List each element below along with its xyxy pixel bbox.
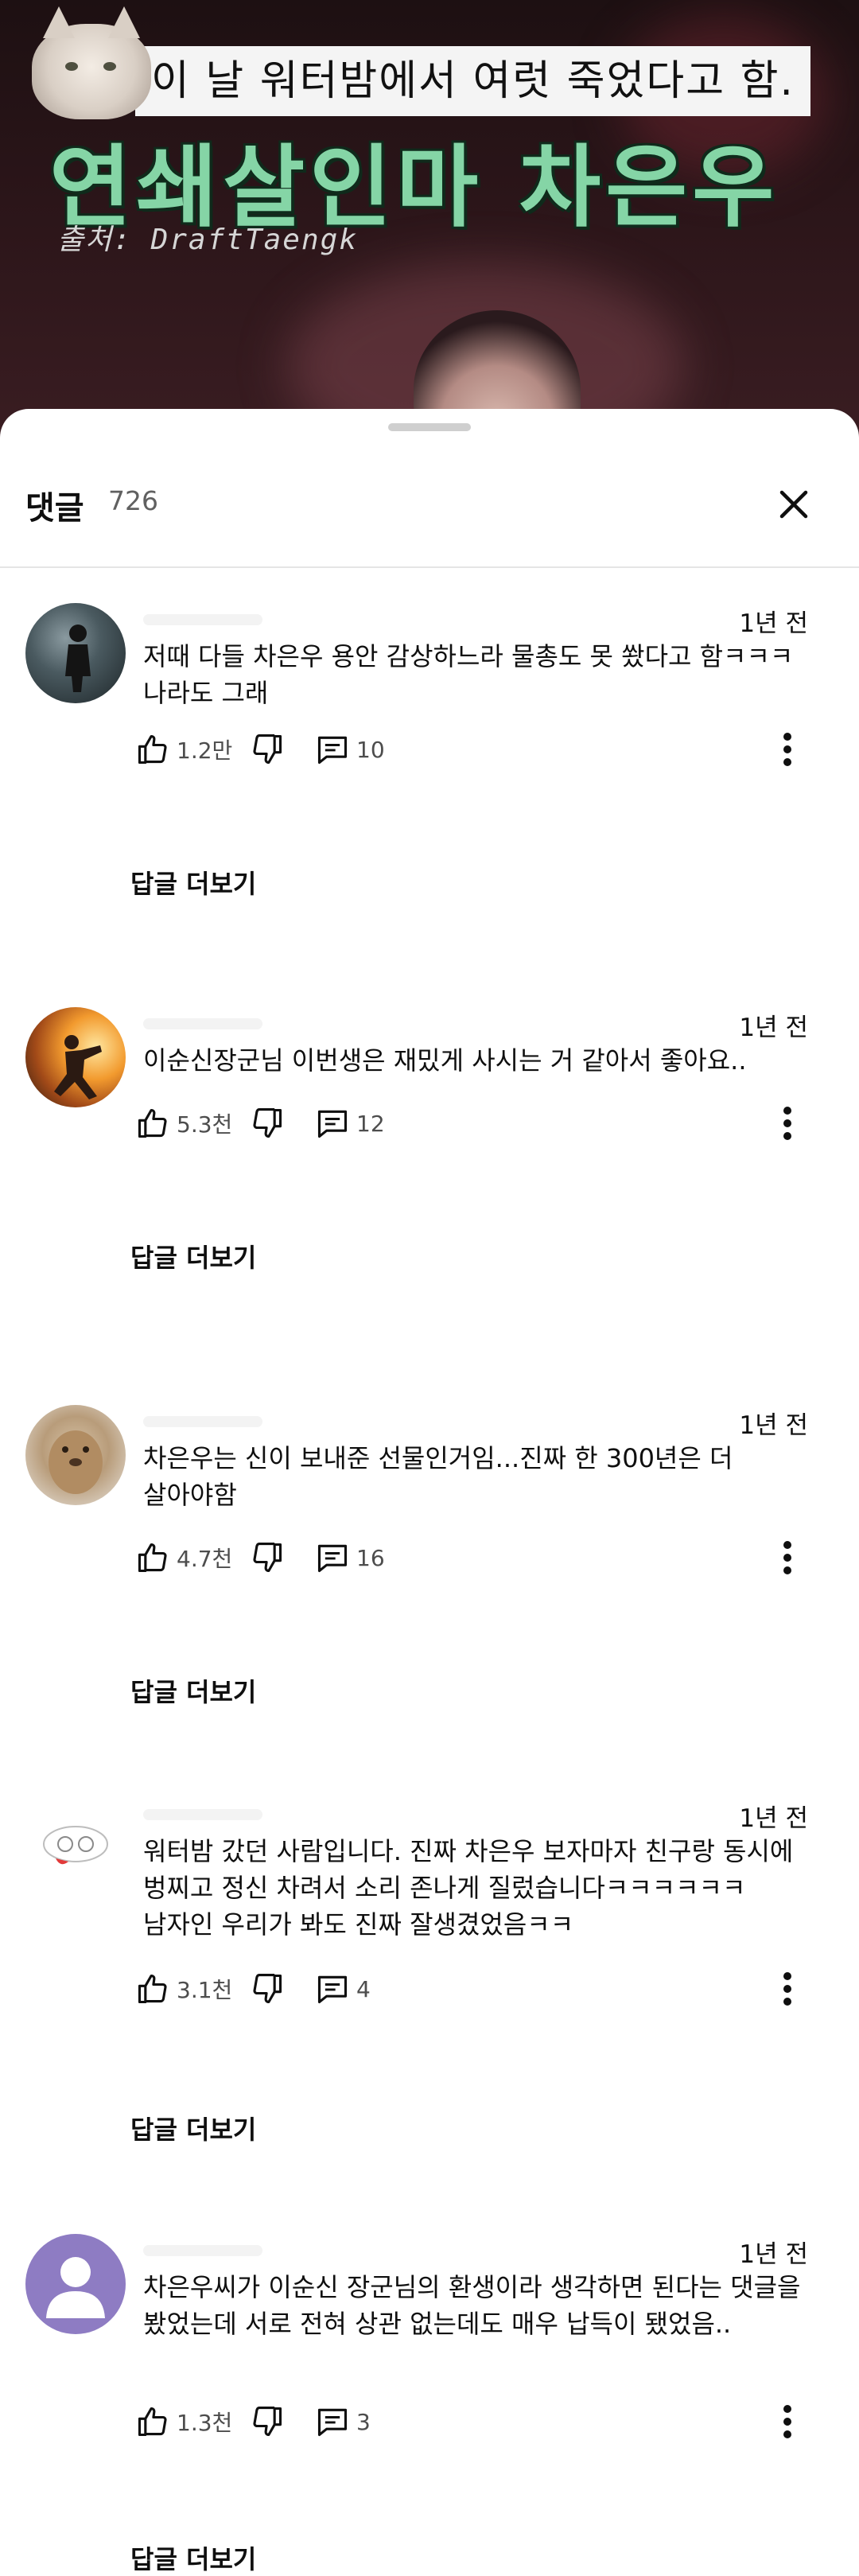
comments-sheet: 댓글 726 1년 전 저때 다들 차은우 용안 감상하느라 물총도 못 쐈다고… xyxy=(0,409,859,2574)
comment-icon xyxy=(317,1975,348,2004)
like-count: 5.3천 xyxy=(177,1111,233,1138)
comment-text: 차은우는 신이 보내준 선물인거임...진짜 한 300년은 더 살아야함 xyxy=(143,1443,733,1510)
more-replies-button[interactable]: 답글 더보기 xyxy=(130,2110,256,2146)
thumbs-up-icon xyxy=(138,2407,167,2437)
cat-sticker xyxy=(32,6,151,119)
avatar-figure xyxy=(54,1035,102,1099)
reply-count: 4 xyxy=(356,1975,371,2002)
comment-icon xyxy=(317,1544,348,1573)
dislike-button[interactable] xyxy=(250,1099,285,1147)
like-button[interactable]: 1.3천 xyxy=(135,2398,232,2446)
more-options-button[interactable] xyxy=(764,2398,811,2446)
comment-text: 저때 다들 차은우 용안 감상하느라 물총도 못 쐈다고 함ㅋㅋㅋ 나라도 그래 xyxy=(143,641,794,708)
more-replies-button[interactable]: 답글 더보기 xyxy=(130,2539,256,2576)
comment-actions: 3.1천 4 xyxy=(135,1965,819,2013)
reply-count: 16 xyxy=(356,1544,385,1571)
avatar-figure xyxy=(65,625,91,692)
author-name[interactable] xyxy=(143,614,262,625)
thumbs-down-icon xyxy=(253,1108,282,1138)
thumbs-up-icon xyxy=(138,1108,167,1138)
thumbs-down-icon xyxy=(253,734,282,765)
more-options-button[interactable] xyxy=(764,1099,811,1147)
thumbs-down-icon xyxy=(253,2407,282,2437)
comment-time: 1년 전 xyxy=(739,1411,808,1440)
comments-count: 726 xyxy=(108,485,158,516)
dislike-button[interactable] xyxy=(250,2398,285,2446)
author-name[interactable] xyxy=(143,2245,262,2256)
comment-actions: 1.2만 10 xyxy=(135,726,819,773)
thumbs-up-icon xyxy=(138,1543,167,1573)
like-button[interactable]: 1.2만 xyxy=(135,726,232,773)
video-caption: 이 날 워터밤에서 여럿 죽었다고 함. xyxy=(135,46,810,116)
more-vert-icon xyxy=(783,2405,791,2438)
like-count: 3.1천 xyxy=(177,1977,233,2003)
dislike-button[interactable] xyxy=(250,1534,285,1582)
video-player[interactable]: 이 날 워터밤에서 여럿 죽었다고 함. 연쇄살인마 차은우 출처: Draft… xyxy=(0,0,859,446)
reply-count: 10 xyxy=(356,736,385,763)
like-count: 4.7천 xyxy=(177,1546,233,1572)
avatar[interactable] xyxy=(25,1007,126,1107)
comment-icon xyxy=(317,2408,348,2437)
more-replies-button[interactable]: 답글 더보기 xyxy=(130,1672,256,1709)
divider xyxy=(0,566,859,568)
thumbs-up-icon xyxy=(138,1974,167,2004)
thumbs-up-icon xyxy=(138,734,167,765)
comment-actions: 5.3천 12 xyxy=(135,1099,819,1147)
reply-button[interactable]: 4 xyxy=(315,1965,371,2013)
comment-time: 1년 전 xyxy=(739,1014,808,1042)
reply-count: 12 xyxy=(356,1110,385,1137)
comment-icon xyxy=(317,1110,348,1138)
comment-time: 1년 전 xyxy=(739,2240,808,2269)
video-source: 출처: DraftTaengk xyxy=(57,224,358,256)
reply-button[interactable]: 16 xyxy=(315,1534,385,1582)
more-vert-icon xyxy=(783,1541,791,1574)
more-replies-button[interactable]: 답글 더보기 xyxy=(130,1238,256,1274)
more-options-button[interactable] xyxy=(764,726,811,773)
comment-text: 워터밤 갔던 사람입니다. 진짜 차은우 보자마자 친구랑 동시에 벙찌고 정신… xyxy=(143,1836,794,1940)
more-options-button[interactable] xyxy=(764,1534,811,1582)
more-replies-button[interactable]: 답글 더보기 xyxy=(130,864,256,901)
avatar-figure xyxy=(49,1430,103,1494)
author-name[interactable] xyxy=(143,1018,262,1029)
comments-title: 댓글 xyxy=(25,490,84,527)
reply-button[interactable]: 12 xyxy=(315,1099,385,1147)
more-vert-icon xyxy=(783,733,791,766)
avatar[interactable] xyxy=(25,1798,126,1898)
avatar[interactable] xyxy=(25,1405,126,1505)
like-button[interactable]: 5.3천 xyxy=(135,1099,232,1147)
author-name[interactable] xyxy=(143,1809,262,1820)
like-count: 1.2만 xyxy=(177,737,233,764)
like-button[interactable]: 3.1천 xyxy=(135,1965,232,2013)
avatar[interactable] xyxy=(25,603,126,703)
dislike-button[interactable] xyxy=(250,726,285,773)
close-icon xyxy=(779,490,808,519)
comment-actions: 4.7천 16 xyxy=(135,1534,819,1582)
avatar[interactable] xyxy=(25,2234,126,2334)
avatar-figure xyxy=(43,1826,108,1865)
like-button[interactable]: 4.7천 xyxy=(135,1534,232,1582)
reply-count: 3 xyxy=(356,2408,371,2435)
default-avatar-icon xyxy=(46,2257,105,2318)
thumbs-down-icon xyxy=(253,1974,282,2004)
reply-button[interactable]: 3 xyxy=(315,2398,371,2446)
comment-text: 차은우씨가 이순신 장군님의 환생이라 생각하면 된다는 댓글을 봤었는데 서로… xyxy=(143,2272,801,2339)
like-count: 1.3천 xyxy=(177,2410,233,2436)
author-name[interactable] xyxy=(143,1416,262,1427)
dislike-button[interactable] xyxy=(250,1965,285,2013)
reply-button[interactable]: 10 xyxy=(315,726,385,773)
comment-icon xyxy=(317,736,348,765)
comment-time: 1년 전 xyxy=(739,1804,808,1833)
comment-text: 이순신장군님 이번생은 재밌게 사시는 거 같아서 좋아요.. xyxy=(143,1045,747,1076)
close-button[interactable] xyxy=(768,479,819,530)
more-options-button[interactable] xyxy=(764,1965,811,2013)
more-vert-icon xyxy=(783,1107,791,1140)
more-vert-icon xyxy=(783,1972,791,2006)
comment-actions: 1.3천 3 xyxy=(135,2398,819,2446)
comment-time: 1년 전 xyxy=(739,609,808,638)
thumbs-down-icon xyxy=(253,1543,282,1573)
drag-handle[interactable] xyxy=(388,423,471,431)
